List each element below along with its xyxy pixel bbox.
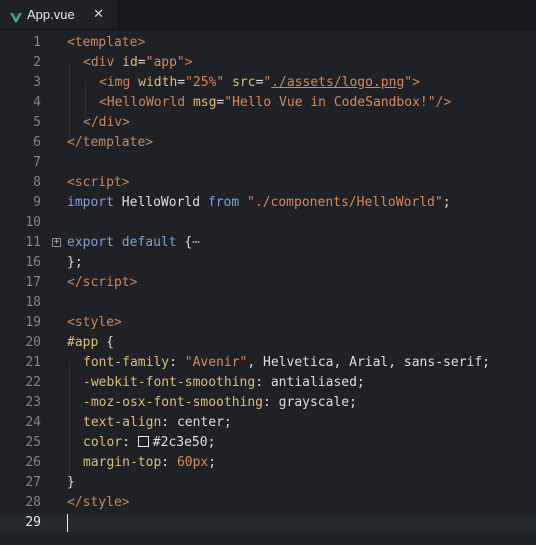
- folded-region-marker[interactable]: ⋯: [192, 235, 200, 250]
- line-number-gutter: 1 2 3 4 5 6 7 8 9 10 11 16 17 18 19 20 2…: [0, 29, 61, 545]
- code-line: text-align: center;: [83, 415, 232, 430]
- line-number: 5: [33, 115, 41, 130]
- line-number: 4: [33, 95, 41, 110]
- code-line: <style>: [67, 315, 122, 330]
- code-line: -webkit-font-smoothing: antialiased;: [83, 375, 365, 390]
- line-number: 19: [25, 315, 41, 330]
- line-number: 25: [25, 435, 41, 450]
- asset-path-link[interactable]: ./assets/logo.png: [271, 75, 404, 90]
- indent-guide: [69, 363, 70, 483]
- line-number: 3: [33, 75, 41, 90]
- line-number: 11: [25, 235, 41, 250]
- line-number: 6: [33, 135, 41, 150]
- line-number: 10: [25, 215, 41, 230]
- code-line: font-family: "Avenir", Helvetica, Arial,…: [83, 355, 491, 370]
- code-editor[interactable]: 1 2 3 4 5 6 7 8 9 10 11 16 17 18 19 20 2…: [0, 29, 536, 545]
- code-line: <img width="25%" src="./assets/logo.png"…: [99, 75, 420, 90]
- vue-logo-icon: [10, 9, 22, 23]
- line-number: 28: [25, 495, 41, 510]
- tab-bar: App.vue ✕: [0, 0, 536, 30]
- color-swatch-icon[interactable]: [137, 436, 149, 447]
- tab-title: App.vue: [27, 7, 75, 22]
- code-line: <script>: [67, 175, 130, 190]
- line-number: 22: [25, 375, 41, 390]
- code-line: </script>: [67, 275, 138, 290]
- line-number: 20: [25, 335, 41, 350]
- code-line: </div>: [83, 115, 130, 130]
- code-line: };: [67, 255, 83, 270]
- code-line: export default {⋯: [67, 235, 201, 250]
- current-line-highlight: [0, 513, 536, 533]
- line-number: 17: [25, 275, 41, 290]
- line-number: 1: [33, 35, 41, 50]
- line-number: 27: [25, 475, 41, 490]
- line-number: 26: [25, 455, 41, 470]
- line-number: 16: [25, 255, 41, 270]
- line-number: 24: [25, 415, 41, 430]
- code-line: </style>: [67, 495, 130, 510]
- code-line: color: #2c3e50;: [83, 435, 216, 450]
- line-number: 2: [33, 55, 41, 70]
- code-line: #app {: [67, 335, 114, 350]
- code-line: <template>: [67, 35, 146, 50]
- code-line: }: [67, 475, 75, 490]
- text-cursor: [67, 514, 68, 532]
- line-number: 8: [33, 175, 41, 190]
- code-line: <HelloWorld msg="Hello Vue in CodeSandbo…: [99, 95, 452, 110]
- tab-app-vue[interactable]: App.vue ✕: [0, 0, 117, 29]
- fold-expand-icon[interactable]: +: [52, 238, 61, 247]
- line-number: 18: [25, 295, 41, 310]
- indent-guide: [69, 63, 70, 143]
- line-number-active: 29: [25, 515, 41, 530]
- close-icon[interactable]: ✕: [93, 7, 104, 21]
- code-line: -moz-osx-font-smoothing: grayscale;: [83, 395, 357, 410]
- code-line: </template>: [67, 135, 154, 150]
- code-line: import HelloWorld from "./components/Hel…: [67, 195, 451, 210]
- code-line: margin-top: 60px;: [83, 455, 217, 470]
- line-number: 21: [25, 355, 41, 370]
- code-line: <div id="app">: [83, 55, 193, 70]
- line-number: 23: [25, 395, 41, 410]
- line-number: 9: [33, 195, 41, 210]
- line-number: 7: [33, 155, 41, 170]
